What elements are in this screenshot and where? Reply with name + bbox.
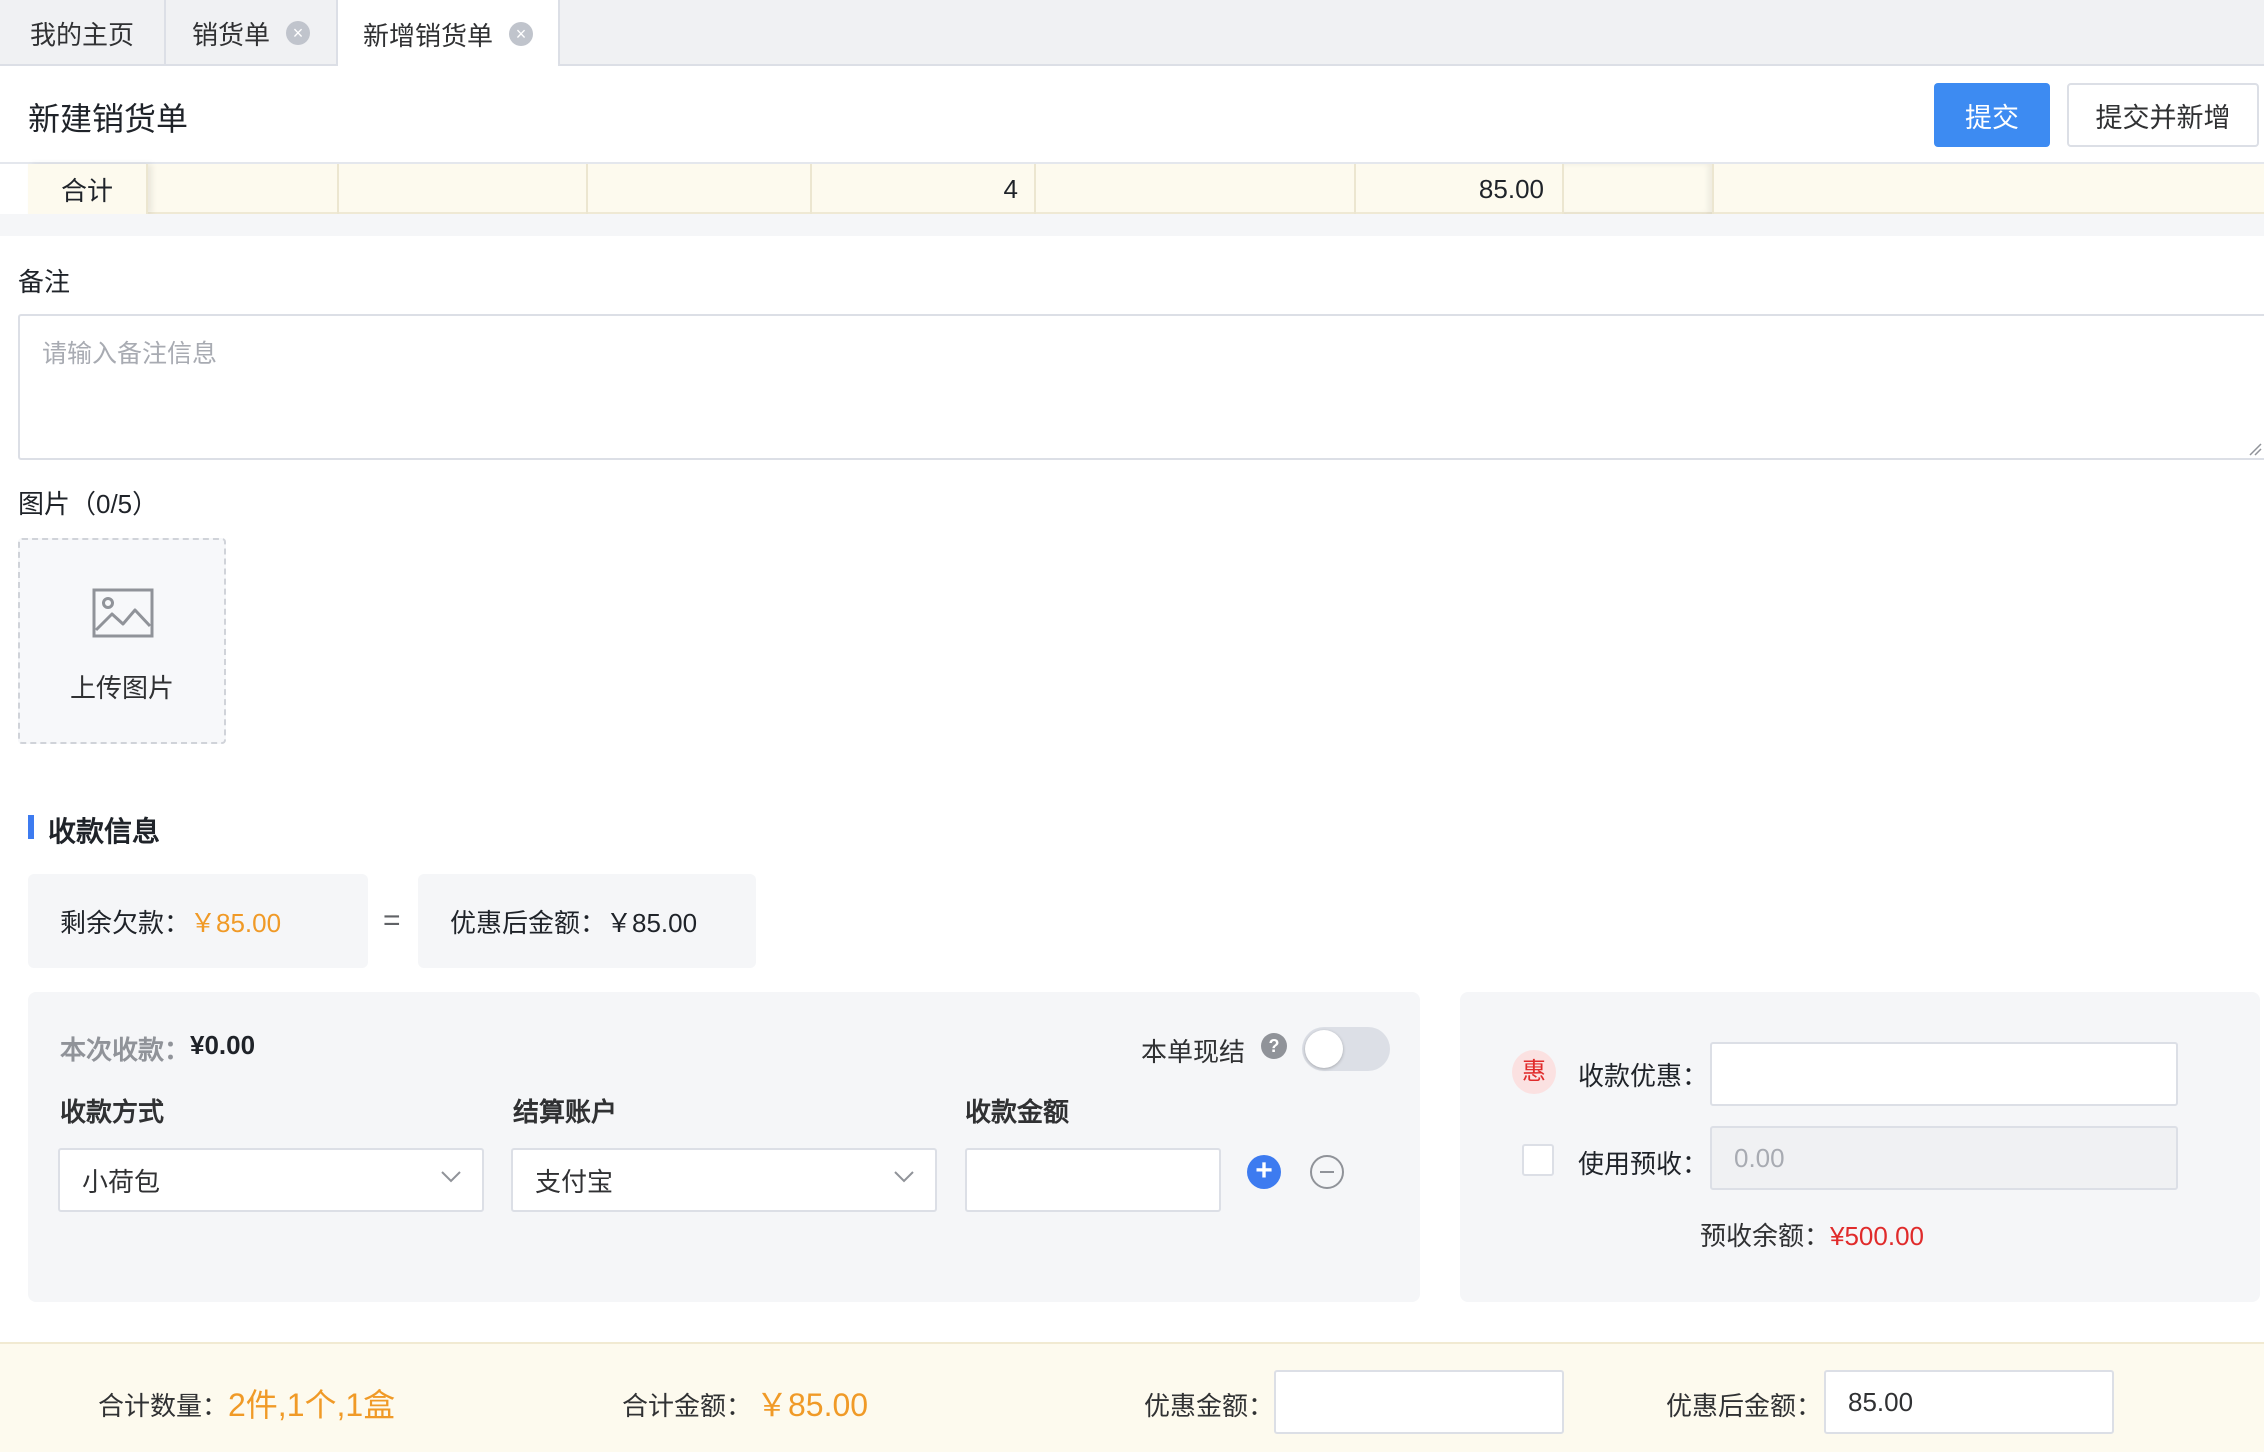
prepaid-balance-label: 预收余额： [1700, 1221, 1831, 1251]
equals-sign: = [383, 904, 401, 937]
close-icon[interactable]: × [509, 22, 533, 46]
resize-grip-icon[interactable] [2248, 442, 2262, 456]
settlement-account-label: 结算账户 [513, 1097, 618, 1127]
add-row-icon[interactable]: + [1247, 1155, 1281, 1189]
section-title-payment: 收款信息 [48, 816, 161, 847]
after-discount-value: ￥85.00 [606, 907, 698, 938]
after-discount-amount-label: 优惠后金额： [1666, 1391, 1823, 1421]
chevron-down-icon [894, 1171, 914, 1183]
use-prepaid-label: 使用预收： [1578, 1149, 1709, 1179]
payment-discount-label: 收款优惠： [1578, 1061, 1709, 1091]
this-payment-label: 本次收款： [60, 1035, 191, 1065]
table-cell [1036, 164, 1356, 214]
tab-home[interactable]: 我的主页 [0, 0, 166, 66]
total-qty-label: 合计数量： [98, 1391, 229, 1421]
section-accent-bar [28, 815, 34, 839]
payment-method-label: 收款方式 [60, 1097, 165, 1127]
payment-method-value: 小荷包 [82, 1166, 161, 1197]
use-prepaid-checkbox[interactable] [1522, 1144, 1554, 1176]
image-icon [92, 588, 154, 638]
after-discount-amount-value: 85.00 [1848, 1386, 1914, 1417]
remark-textarea[interactable] [18, 314, 2264, 460]
payment-amount-input[interactable] [965, 1148, 1221, 1212]
page-header: 新建销货单 提交 提交并新增 [0, 66, 2264, 164]
total-amount: 85.00 [1478, 173, 1544, 204]
settle-now-toggle[interactable] [1302, 1027, 1390, 1071]
tab-label: 销货单 [191, 19, 270, 50]
prepaid-balance-value: ¥500.00 [1830, 1221, 1924, 1251]
settlement-account-value: 支付宝 [535, 1166, 614, 1197]
tab-label: 我的主页 [29, 19, 134, 50]
total-amount-value: ￥85.00 [756, 1387, 869, 1423]
remove-row-icon[interactable] [1310, 1155, 1344, 1189]
discount-panel: 惠 收款优惠： 使用预收： 0.00 预收余额：¥500.00 [1460, 992, 2260, 1302]
payment-method-select[interactable]: 小荷包 [58, 1148, 484, 1212]
after-discount-label: 优惠后金额： [450, 907, 607, 938]
table-total-row: 合计 4 85.00 [28, 164, 2264, 214]
prepaid-balance: 预收余额：¥500.00 [1700, 1216, 1924, 1253]
total-qty-value: 2件,1个,1盒 [228, 1387, 396, 1423]
settlement-account-select[interactable]: 支付宝 [511, 1148, 937, 1212]
summary-footer: 合计数量： 2件,1个,1盒 合计金额： ￥85.00 优惠金额： 优惠后金额：… [0, 1342, 2264, 1452]
this-payment-value: ¥0.00 [190, 1030, 256, 1060]
tab-label: 新增销货单 [362, 20, 493, 51]
remaining-debt-box: 剩余欠款： ￥85.00 [28, 874, 368, 968]
submit-and-new-button[interactable]: 提交并新增 [2067, 83, 2259, 147]
help-icon[interactable]: ? [1261, 1033, 1287, 1059]
table-cell [339, 164, 588, 214]
table-cell [1564, 164, 1714, 214]
section-divider [0, 214, 2264, 236]
chevron-down-icon [441, 1171, 461, 1183]
table-cell [588, 164, 812, 214]
close-icon[interactable]: × [286, 21, 310, 45]
total-label: 合计 [60, 175, 113, 206]
remaining-debt-value: ￥85.00 [190, 907, 282, 938]
payment-panel: 本次收款： ¥0.00 本单现结 ? 收款方式 结算账户 收款金额 小荷包 支付… [28, 992, 1420, 1302]
submit-button[interactable]: 提交 [1934, 83, 2050, 147]
discount-amount-label: 优惠金额： [1144, 1391, 1275, 1421]
use-prepaid-input: 0.00 [1710, 1126, 2178, 1190]
total-label-cell: 合计 [28, 164, 148, 214]
tab-new-sales-order[interactable]: 新增销货单 × [336, 0, 560, 68]
table-cell [150, 164, 339, 214]
tab-bar: 我的主页 销货单 × 新增销货单 × [0, 0, 2264, 68]
table-cell [1714, 164, 2264, 214]
total-amount-cell: 85.00 [1356, 164, 1564, 214]
use-prepaid-value: 0.00 [1734, 1142, 1785, 1173]
after-discount-box: 优惠后金额： ￥85.00 [418, 874, 756, 968]
tab-sales-orders[interactable]: 销货单 × [166, 0, 338, 66]
remaining-debt-label: 剩余欠款： [60, 907, 191, 938]
upload-image-button[interactable]: 上传图片 [18, 538, 226, 744]
payment-amount-label: 收款金额 [965, 1097, 1070, 1127]
discount-badge-icon: 惠 [1512, 1050, 1556, 1094]
total-amount-label: 合计金额： [622, 1391, 753, 1421]
remark-label: 备注 [18, 267, 71, 297]
payment-discount-input[interactable] [1710, 1042, 2178, 1106]
discount-amount-input[interactable] [1274, 1370, 1564, 1434]
images-label: 图片（0/5） [18, 489, 159, 519]
settle-now-label: 本单现结 [1141, 1037, 1246, 1067]
page-title: 新建销货单 [28, 101, 189, 137]
after-discount-amount-input[interactable]: 85.00 [1824, 1370, 2114, 1434]
toggle-knob [1305, 1030, 1343, 1068]
total-quantity-cell: 4 [812, 164, 1036, 214]
total-quantity: 4 [1003, 173, 1018, 204]
upload-label: 上传图片 [69, 673, 174, 703]
